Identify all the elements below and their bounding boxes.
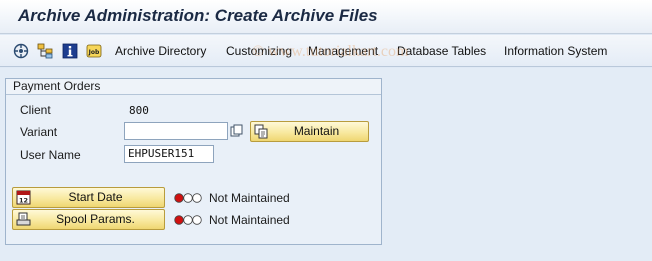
client-label: Client — [20, 103, 51, 117]
maintain-icon — [254, 124, 269, 139]
spool-params-status-lights — [174, 214, 204, 226]
execute-icon[interactable] — [13, 43, 29, 59]
spool-params-status: Not Maintained — [209, 213, 290, 227]
maintain-button-label: Maintain — [293, 124, 340, 138]
user-name-label: User Name — [20, 148, 81, 162]
info-icon[interactable] — [62, 43, 78, 59]
menu-archive-directory[interactable]: Archive Directory — [115, 44, 206, 58]
menu-information-system[interactable]: Information System — [504, 44, 607, 58]
start-date-status: Not Maintained — [209, 191, 290, 205]
job-icon[interactable]: Job — [86, 43, 102, 59]
start-date-button[interactable]: 12 Start Date — [12, 187, 165, 208]
printer-icon — [16, 212, 31, 227]
variant-input[interactable] — [124, 122, 228, 140]
payment-orders-group: Payment Orders Client 800 Variant Mainta… — [5, 78, 382, 245]
svg-text:Job: Job — [88, 49, 100, 56]
group-title: Payment Orders — [6, 79, 381, 95]
copy-variant-icon[interactable] — [230, 124, 244, 138]
page-title: Archive Administration: Create Archive F… — [18, 6, 378, 25]
svg-text:12: 12 — [19, 197, 28, 205]
hierarchy-icon[interactable] — [37, 43, 53, 59]
menu-database-tables[interactable]: Database Tables — [397, 44, 486, 58]
maintain-button[interactable]: Maintain — [250, 121, 369, 142]
start-date-label: Start Date — [68, 190, 123, 204]
variant-label: Variant — [20, 125, 58, 139]
calendar-icon: 12 — [16, 190, 31, 205]
spool-params-button[interactable]: Spool Params. — [12, 209, 165, 230]
title-bar: Archive Administration: Create Archive F… — [0, 0, 652, 34]
watermark: © www.tutorialkart.com — [252, 43, 409, 60]
spool-params-label: Spool Params. — [56, 212, 135, 226]
client-value: 800 — [129, 104, 149, 117]
start-date-status-lights — [174, 192, 204, 204]
user-name-input[interactable]: EHPUSER151 — [124, 145, 214, 163]
